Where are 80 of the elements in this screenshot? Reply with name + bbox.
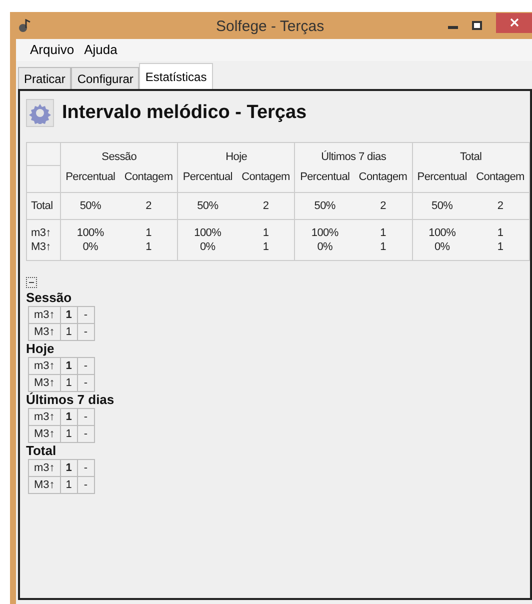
column-header: Contagem	[354, 165, 412, 192]
row-header: Total	[31, 198, 54, 212]
table-cell: 1	[60, 425, 78, 442]
table-cell-text: 2	[496, 198, 504, 212]
column-header: Percentual	[412, 165, 472, 192]
table-cell: -	[77, 476, 94, 493]
table-cell-text: 1	[379, 240, 387, 254]
column-header: Últimos 7 dias	[294, 142, 412, 165]
table-cell-text: 100%	[193, 226, 222, 240]
table-cell: -	[77, 306, 94, 323]
table-cell-text: 1	[262, 240, 270, 254]
row-header: m3↑	[31, 226, 52, 240]
table-cell: M3↑	[28, 374, 60, 391]
column-header: Sessão	[60, 142, 178, 165]
table-cell-text: 0%	[82, 240, 100, 254]
table-cell-text: 100%	[428, 226, 457, 240]
table-cell-text: 50%	[313, 198, 336, 212]
table-cell: 1	[60, 357, 78, 374]
table-cell: M3↑	[28, 425, 60, 442]
table-cell-text: 1	[144, 226, 152, 240]
section-heading: Intervalo melódico - Terças	[62, 101, 307, 125]
table-cell-text: 0%	[433, 240, 451, 254]
table-cell: -	[77, 357, 94, 374]
row-header: M3↑	[31, 240, 52, 254]
table-cell-text: 50%	[196, 198, 220, 212]
column-header: Contagem	[120, 165, 178, 192]
close-button[interactable]	[496, 12, 532, 32]
table-cell: -	[77, 459, 94, 476]
collapse-toggle[interactable]	[26, 276, 37, 288]
table-cell: M3↑	[28, 476, 60, 493]
table-cell-text: 1	[262, 226, 270, 240]
menu-item[interactable]: Arquivo	[30, 40, 74, 60]
section-title: Últimos 7 dias	[26, 392, 114, 408]
table-cell-text: 100%	[310, 226, 340, 240]
window-title: Solfege - Terças	[216, 17, 324, 37]
table-cell-text: 50%	[78, 198, 102, 212]
table-cell: 1	[60, 408, 78, 425]
table-cell-text: 50%	[430, 198, 454, 212]
column-header: Total	[412, 142, 530, 165]
table-cell: 1	[60, 374, 78, 391]
table-cell: m3↑	[28, 408, 60, 425]
table-cell: -	[77, 425, 94, 442]
table-cell-text: 2	[144, 198, 152, 212]
close-icon	[510, 18, 518, 27]
maximize-button[interactable]	[472, 21, 482, 30]
column-header: Contagem	[472, 165, 530, 192]
table-cell-text: 1	[496, 226, 504, 240]
column-header: Contagem	[237, 165, 295, 192]
section-title: Total	[26, 442, 56, 458]
tab[interactable]: Configurar	[71, 67, 140, 89]
column-header: Hoje	[178, 142, 295, 165]
table-cell: m3↑	[28, 306, 60, 323]
table-cell-text: 100%	[76, 226, 105, 240]
tab[interactable]: Praticar	[18, 67, 72, 89]
column-header: Percentual	[178, 165, 238, 192]
table-cell-text: 0%	[198, 240, 216, 254]
table-cell: 1	[60, 306, 78, 323]
table-cell: m3↑	[28, 357, 60, 374]
table-cell: -	[77, 374, 94, 391]
column-header: Percentual	[60, 165, 120, 192]
table-cell: 1	[60, 459, 78, 476]
table-cell-text: 2	[379, 198, 387, 212]
tab[interactable]: Estatísticas	[139, 63, 213, 89]
section-title: Sessão	[26, 290, 72, 306]
section-title: Hoje	[26, 340, 54, 356]
table-cell: 1	[60, 476, 78, 493]
table-cell: m3↑	[28, 459, 60, 476]
menu-item[interactable]: Ajuda	[84, 40, 118, 60]
app-icon	[18, 18, 32, 32]
table-cell-text: 1	[144, 240, 152, 254]
table-cell-text: 1	[496, 240, 504, 254]
table-cell-text: 1	[379, 226, 387, 240]
table-cell-text: 0%	[316, 240, 334, 254]
table-cell: -	[77, 408, 94, 425]
settings-icon	[26, 99, 54, 128]
table-cell: -	[77, 323, 94, 340]
table-cell-text: 2	[262, 198, 270, 212]
column-header: Percentual	[294, 165, 354, 192]
table-cell: 1	[60, 323, 78, 340]
table-cell: M3↑	[28, 323, 60, 340]
